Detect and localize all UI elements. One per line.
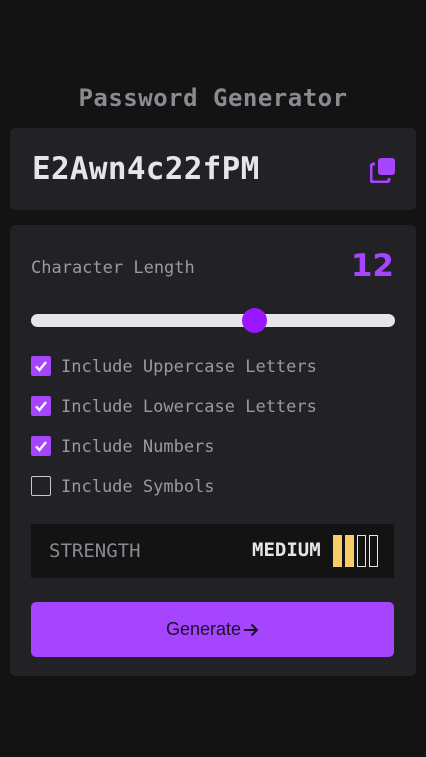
check-icon [35,361,47,372]
strength-value: MEDIUM [252,539,321,561]
slider-track[interactable] [31,314,395,327]
check-icon [35,441,47,452]
length-slider[interactable] [31,308,395,333]
uppercase-checkbox[interactable] [31,356,51,376]
strength-bar [333,535,342,567]
app-title: Password Generator [78,84,348,112]
lowercase-label: Include Lowercase Letters [61,397,317,417]
arrow-right-icon [243,622,259,641]
settings-panel: Character Length 12 Include Uppercase Le… [10,225,416,676]
lowercase-checkbox[interactable] [31,396,51,416]
generate-label: Generate [165,619,242,639]
numbers-label: Include Numbers [61,437,215,457]
generate-button[interactable]: Generate [31,602,394,657]
strength-bar [345,535,354,567]
password-display: E2Awn4c22fPM [10,128,416,210]
uppercase-label: Include Uppercase Letters [61,357,317,377]
check-icon [35,401,47,412]
numbers-checkbox[interactable] [31,436,51,456]
copy-icon[interactable] [369,157,396,184]
character-length-value: 12 [350,248,394,284]
strength-bar [369,535,378,567]
symbols-label: Include Symbols [61,477,215,497]
character-length-label: Character Length [31,258,195,278]
strength-meter: STRENGTH MEDIUM [31,524,394,578]
slider-thumb[interactable] [241,308,267,333]
password-text: E2Awn4c22fPM [32,151,260,187]
symbols-checkbox[interactable] [31,476,51,496]
strength-label: STRENGTH [49,540,141,562]
strength-bar [357,535,366,567]
